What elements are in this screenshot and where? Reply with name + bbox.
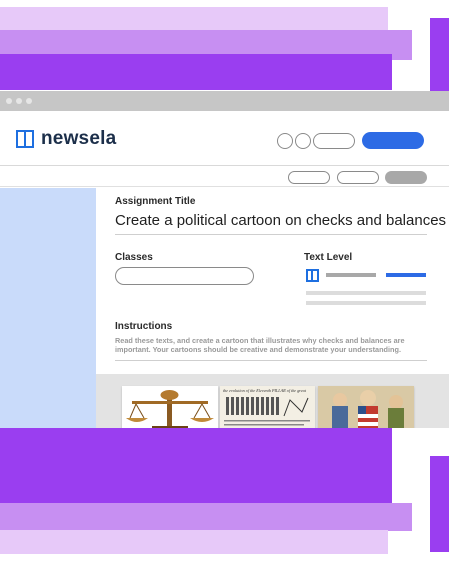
classes-label: Classes xyxy=(115,252,153,263)
logo-text: newsela xyxy=(41,128,117,149)
header-circle-button-1[interactable] xyxy=(277,133,293,149)
decor-band-bottom-right xyxy=(430,456,449,552)
text-gallery: the evolution of the Eleventh PILLAR of … xyxy=(96,374,449,428)
assignment-form: Assignment Title Create a political cart… xyxy=(96,188,449,428)
text-level-placeholder-line xyxy=(306,291,426,295)
sidebar xyxy=(0,188,96,428)
toolbar-pill-button-2[interactable] xyxy=(337,171,379,184)
header-circle-button-2[interactable] xyxy=(295,133,311,149)
window-titlebar xyxy=(0,91,449,111)
assignment-title-label: Assignment Title xyxy=(115,196,196,207)
instructions-underline xyxy=(115,360,427,361)
newsela-logo-icon xyxy=(16,130,34,148)
title-underline xyxy=(115,234,427,235)
text-level-placeholder-line xyxy=(306,301,426,305)
toolbar-pill-button-3[interactable] xyxy=(385,171,427,184)
decor-band-top-dark xyxy=(0,54,392,90)
text-level-bar-grey[interactable] xyxy=(326,273,376,277)
browser-window: newsela Assignment Title Create a politi… xyxy=(0,91,449,428)
decor-band-bottom-dark xyxy=(0,428,392,504)
text-level-icon xyxy=(306,269,319,282)
toolbar xyxy=(0,167,449,187)
text-level-bar-blue[interactable] xyxy=(386,273,426,277)
assignment-title-field[interactable]: Create a political cartoon on checks and… xyxy=(115,212,446,229)
app-header: newsela xyxy=(0,111,449,166)
header-pill-button[interactable] xyxy=(313,133,355,149)
instructions-label: Instructions xyxy=(115,321,173,332)
window-maximize-dot[interactable] xyxy=(26,98,32,104)
logo[interactable]: newsela xyxy=(16,128,116,150)
classes-input[interactable] xyxy=(115,267,254,285)
window-minimize-dot[interactable] xyxy=(16,98,22,104)
instructions-text[interactable]: Read these texts, and create a cartoon t… xyxy=(115,336,429,354)
toolbar-pill-button-1[interactable] xyxy=(288,171,330,184)
text-level-label: Text Level xyxy=(304,252,353,263)
scales-of-justice-image[interactable] xyxy=(122,386,218,428)
political-cartoon-image[interactable] xyxy=(318,386,414,428)
decor-band-top-right xyxy=(430,18,449,98)
newspaper-clipping-image[interactable]: the evolution of the Eleventh PILLAR of … xyxy=(220,386,315,428)
decor-band-bottom-mid xyxy=(0,503,412,531)
window-close-dot[interactable] xyxy=(6,98,12,104)
clipping-caption: the evolution of the Eleventh PILLAR of … xyxy=(223,388,307,393)
decor-band-bottom-light xyxy=(0,530,388,554)
header-primary-button[interactable] xyxy=(362,132,424,149)
